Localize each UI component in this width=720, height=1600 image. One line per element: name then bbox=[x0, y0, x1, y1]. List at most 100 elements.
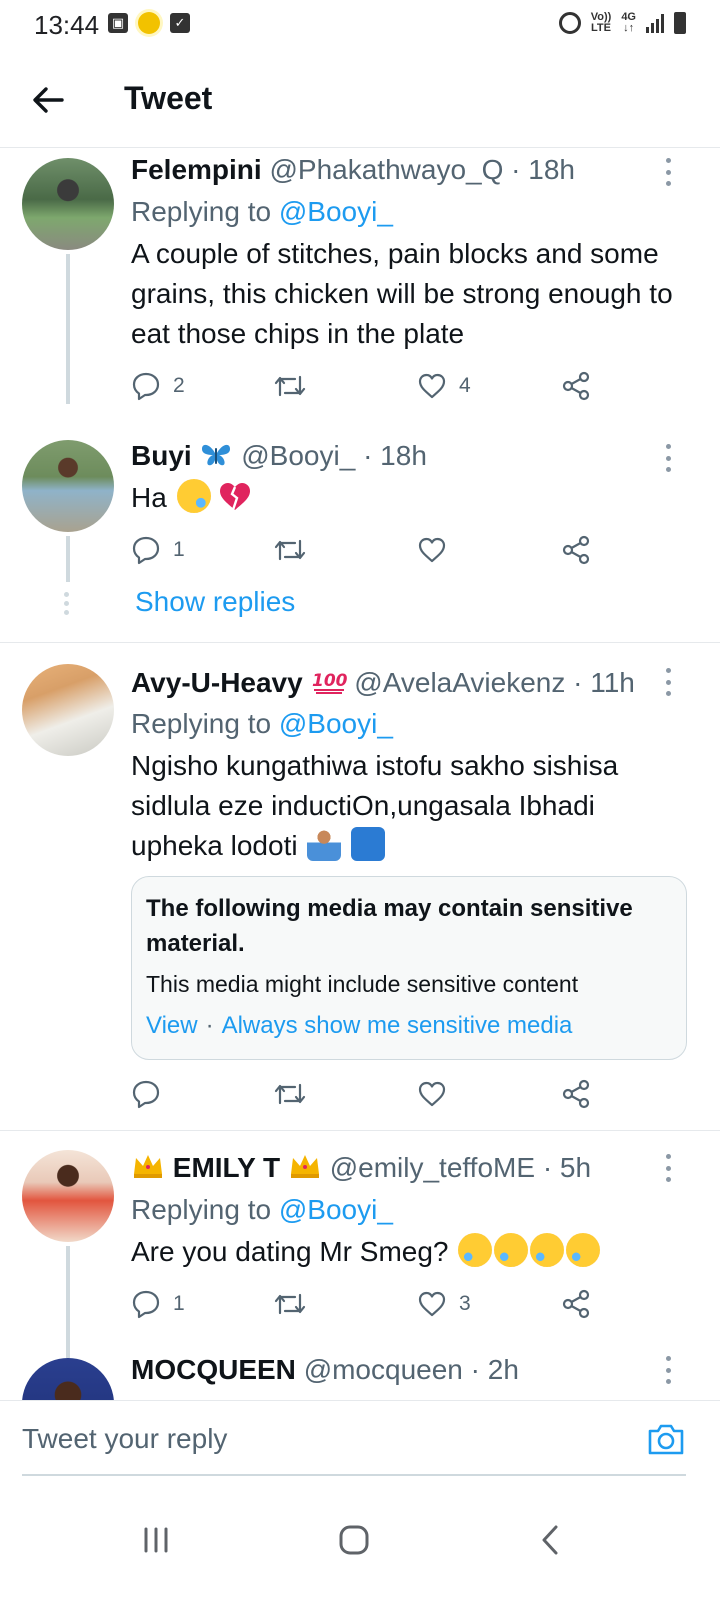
view-media-link[interactable]: View bbox=[146, 1012, 198, 1039]
retweet-button[interactable] bbox=[273, 530, 319, 570]
chevron-left-icon bbox=[542, 1525, 558, 1555]
thread-line bbox=[66, 254, 70, 404]
avatar[interactable] bbox=[22, 1358, 114, 1400]
thread-line bbox=[66, 1246, 70, 1358]
more-options-button[interactable] bbox=[658, 1356, 678, 1384]
mention-link[interactable]: @Booyi_ bbox=[279, 708, 393, 739]
share-button[interactable] bbox=[561, 1074, 591, 1114]
svg-text:100: 100 bbox=[312, 671, 347, 691]
app-header: Tweet bbox=[0, 52, 720, 148]
retweet-button[interactable] bbox=[273, 1074, 319, 1114]
reply-input-underline bbox=[22, 1474, 686, 1476]
avatar[interactable] bbox=[22, 440, 114, 532]
litter-in-bin-emoji-icon bbox=[351, 827, 386, 861]
heart-icon bbox=[418, 373, 446, 399]
person-gesturing-no-emoji-icon bbox=[307, 827, 342, 861]
like-button[interactable] bbox=[417, 1074, 459, 1114]
author-name[interactable]: Avy-U-Heavy bbox=[131, 667, 303, 698]
checkbox-notification-icon: ✓ bbox=[170, 13, 190, 33]
author-handle[interactable]: @mocqueen bbox=[304, 1354, 463, 1385]
tweet-time: · 18h bbox=[511, 154, 575, 185]
tweet-time: · 18h bbox=[363, 440, 427, 471]
speech-bubble-icon bbox=[132, 536, 160, 565]
arrow-left-icon bbox=[33, 87, 64, 113]
like-count: 4 bbox=[459, 374, 471, 397]
home-button[interactable] bbox=[324, 1510, 384, 1570]
tweet-text: Ngisho kungathiwa istofu sakho sishisa s… bbox=[131, 750, 619, 861]
tweet-time: · 5h bbox=[542, 1152, 592, 1183]
divider bbox=[0, 642, 720, 643]
crying-face-emoji-icon bbox=[176, 479, 211, 513]
hundred-points-emoji-icon: 100 bbox=[312, 671, 347, 694]
tweet-text: A couple of stitches, pain blocks and so… bbox=[131, 238, 673, 349]
rolling-laughing-emoji-icon bbox=[458, 1233, 493, 1267]
system-back-button[interactable] bbox=[520, 1510, 580, 1570]
speech-bubble-icon bbox=[132, 1080, 160, 1109]
tweet-header: Buyi @Booyi_ · 18h bbox=[131, 440, 427, 472]
camera-icon bbox=[648, 1424, 684, 1455]
rolling-laughing-emoji-icon bbox=[494, 1233, 529, 1267]
volte-indicator: Vo)) LTE bbox=[590, 11, 612, 34]
more-options-button[interactable] bbox=[658, 668, 678, 696]
reply-feed[interactable]: Felempini @Phakathwayo_Q · 18h Replying … bbox=[0, 148, 720, 1400]
author-name[interactable]: Buyi bbox=[131, 440, 192, 471]
like-count: 3 bbox=[459, 1292, 471, 1315]
status-bar: 13:44 ▣ ✓ Vo)) LTE 4G ↓↑ bbox=[0, 0, 720, 52]
share-icon bbox=[562, 1079, 590, 1109]
like-button[interactable] bbox=[417, 530, 459, 570]
share-button[interactable] bbox=[561, 530, 591, 570]
retweet-icon bbox=[274, 375, 306, 397]
avatar[interactable] bbox=[22, 664, 114, 756]
camera-button[interactable] bbox=[646, 1421, 686, 1457]
tweet-actions: 2 4 bbox=[131, 366, 611, 406]
retweet-button[interactable] bbox=[273, 1284, 319, 1324]
author-handle[interactable]: @Phakathwayo_Q bbox=[269, 154, 503, 185]
more-options-button[interactable] bbox=[658, 444, 678, 472]
sensitive-media-card: The following media may contain sensitiv… bbox=[131, 876, 687, 1060]
reply-button[interactable]: 2 bbox=[131, 366, 185, 406]
reply-button[interactable]: 1 bbox=[131, 530, 185, 570]
gallery-notification-icon: ▣ bbox=[108, 13, 128, 33]
mention-link[interactable]: @Booyi_ bbox=[279, 1194, 393, 1225]
reply-button[interactable]: 1 bbox=[131, 1284, 185, 1324]
share-button[interactable] bbox=[561, 1284, 591, 1324]
author-handle[interactable]: @Booyi_ bbox=[241, 440, 355, 471]
author-name[interactable]: EMILY T bbox=[173, 1152, 280, 1183]
author-name[interactable]: MOCQUEEN bbox=[131, 1354, 296, 1385]
show-replies-link[interactable]: Show replies bbox=[135, 586, 295, 618]
recent-apps-button[interactable] bbox=[126, 1510, 186, 1570]
reply-input[interactable] bbox=[22, 1401, 662, 1477]
share-button[interactable] bbox=[561, 366, 591, 406]
mention-link[interactable]: @Booyi_ bbox=[279, 196, 393, 227]
tweet-header: MOCQUEEN @mocqueen · 2h bbox=[131, 1354, 519, 1386]
more-replies-dots bbox=[64, 592, 70, 615]
author-handle[interactable]: @AvelaAviekenz bbox=[354, 667, 565, 698]
always-show-sensitive-link[interactable]: Always show me sensitive media bbox=[222, 1012, 573, 1039]
more-options-button[interactable] bbox=[658, 1154, 678, 1182]
speech-bubble-icon bbox=[132, 372, 160, 401]
more-options-button[interactable] bbox=[658, 158, 678, 186]
speech-bubble-icon bbox=[132, 1290, 160, 1319]
tweet-header: Avy-U-Heavy 100 @AvelaAviekenz · 11h bbox=[131, 666, 635, 699]
author-name[interactable]: Felempini bbox=[131, 154, 262, 185]
back-button[interactable] bbox=[24, 76, 72, 124]
like-button[interactable]: 4 bbox=[417, 366, 471, 406]
share-icon bbox=[562, 1289, 590, 1319]
replying-to: Replying to @Booyi_ bbox=[131, 1194, 393, 1225]
avatar[interactable] bbox=[22, 158, 114, 250]
author-handle[interactable]: @emily_teffoME bbox=[330, 1152, 535, 1183]
reply-button[interactable] bbox=[131, 1074, 173, 1114]
status-time: 13:44 bbox=[34, 10, 100, 40]
avatar[interactable] bbox=[22, 1150, 114, 1242]
rolling-laughing-emoji-icon bbox=[530, 1233, 565, 1267]
tweet-time: · 11h bbox=[573, 667, 635, 698]
tweet-text: Ha bbox=[131, 478, 691, 518]
heart-icon bbox=[418, 537, 446, 563]
heart-icon bbox=[418, 1081, 446, 1107]
share-icon bbox=[562, 535, 590, 565]
network-type-indicator: 4G ↓↑ bbox=[621, 11, 636, 34]
retweet-button[interactable] bbox=[273, 366, 319, 406]
divider bbox=[0, 1130, 720, 1131]
like-button[interactable]: 3 bbox=[417, 1284, 471, 1324]
retweet-icon bbox=[274, 1293, 306, 1315]
